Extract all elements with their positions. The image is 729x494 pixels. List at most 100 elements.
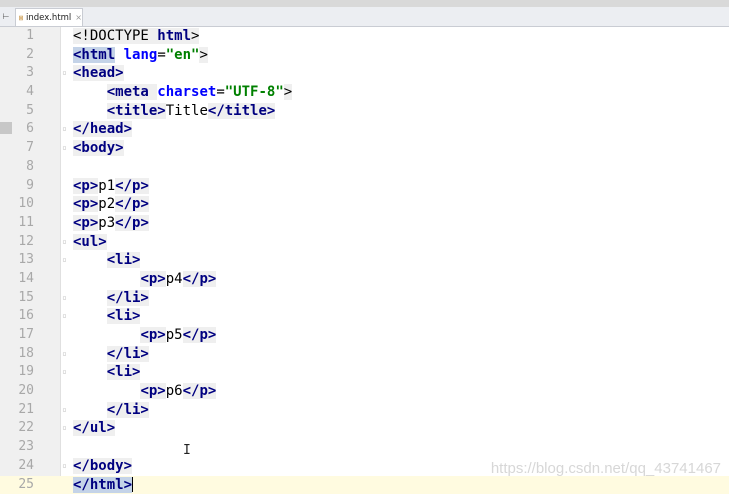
code-line[interactable]: 4 <meta charset="UTF-8"> — [0, 83, 729, 102]
code-token: p4 — [166, 271, 183, 287]
text-caret — [132, 477, 133, 492]
fold-marker-icon[interactable]: ▫ — [62, 256, 69, 264]
fold-marker-icon[interactable]: ▫ — [62, 294, 69, 302]
line-number: 4 — [0, 83, 34, 102]
code-text: <meta charset="UTF-8"> — [73, 83, 292, 102]
code-token: <li> — [107, 308, 141, 324]
code-line[interactable]: 7▫<body> — [0, 139, 729, 158]
code-token — [73, 308, 107, 324]
code-line[interactable]: 1 <!DOCTYPE html> — [0, 27, 729, 46]
code-line[interactable]: 6▫</head> — [0, 120, 729, 139]
line-number: 16 — [0, 307, 34, 326]
fold-marker-icon[interactable]: ▫ — [62, 350, 69, 358]
code-token: > — [284, 84, 292, 100]
fold-marker-icon[interactable]: ▫ — [62, 462, 69, 470]
code-token: <title> — [107, 103, 166, 119]
code-lines: 1 <!DOCTYPE html>2<html lang="en">3 ▫ <head… — [0, 27, 729, 494]
code-token: Title — [166, 103, 208, 119]
code-text: <title>Title</title> — [73, 102, 275, 121]
code-line[interactable]: 13 ▫ <li> — [0, 251, 729, 270]
fold-marker-icon[interactable]: ▫ — [62, 406, 69, 414]
code-line[interactable]: 10<p>p2</p> — [0, 195, 729, 214]
code-line[interactable]: 8 — [0, 158, 729, 177]
code-token: p1 — [98, 178, 115, 194]
code-token: </p> — [115, 178, 149, 194]
line-number: 10 — [0, 195, 34, 214]
code-token: </li> — [107, 290, 149, 306]
code-line[interactable]: 5 <title>Title</title> — [0, 102, 729, 121]
code-token: </p> — [115, 196, 149, 212]
code-token — [73, 346, 107, 362]
line-number: 3 — [0, 64, 34, 83]
line-number: 20 — [0, 382, 34, 401]
tab-nav-icon[interactable]: ⊢ — [0, 7, 12, 26]
line-number: 14 — [0, 270, 34, 289]
code-token: "UTF-8" — [225, 84, 284, 100]
code-token: html — [157, 28, 191, 44]
code-token: </p> — [115, 215, 149, 231]
code-token — [73, 252, 107, 268]
line-number: 13 — [0, 251, 34, 270]
code-line[interactable]: 17 <p>p5</p> — [0, 326, 729, 345]
editor-tab-bar: ⊢ index.html × — [0, 7, 729, 27]
code-token: p2 — [98, 196, 115, 212]
fold-marker-icon[interactable]: ▫ — [62, 368, 69, 376]
code-token: </title> — [208, 103, 275, 119]
tab-index-html[interactable]: index.html × — [15, 8, 83, 26]
code-token: <p> — [140, 383, 165, 399]
code-text: </li> — [73, 401, 149, 420]
mouse-ibeam-cursor: I — [183, 443, 191, 459]
code-text: <head> — [73, 64, 124, 83]
line-number: 5 — [0, 102, 34, 121]
code-line[interactable]: 9<p>p1</p> — [0, 177, 729, 196]
line-number: 12 — [0, 233, 34, 252]
code-token: p6 — [166, 383, 183, 399]
code-line[interactable]: 23 — [0, 438, 729, 457]
code-line[interactable]: 21▫ </li> — [0, 401, 729, 420]
code-text: <html lang="en"> — [73, 46, 208, 65]
code-token: </html> — [73, 477, 132, 493]
code-text: <p>p1</p> — [73, 177, 149, 196]
tab-close-icon[interactable]: × — [75, 13, 82, 22]
fold-marker-icon[interactable]: ▫ — [62, 69, 69, 77]
code-line[interactable]: 20 <p>p6</p> — [0, 382, 729, 401]
code-token: <li> — [107, 252, 141, 268]
code-token: </p> — [183, 383, 217, 399]
code-token: <body> — [73, 140, 124, 156]
code-line[interactable]: 14 <p>p4</p> — [0, 270, 729, 289]
code-token: </ul> — [73, 420, 115, 436]
code-token: </body> — [73, 458, 132, 474]
code-line[interactable]: 25</html> — [0, 476, 729, 494]
code-line[interactable]: 18▫ </li> — [0, 345, 729, 364]
code-text: <li> — [73, 307, 140, 326]
code-line[interactable]: 3 ▫ <head> — [0, 64, 729, 83]
code-line[interactable]: 11<p>p3</p> — [0, 214, 729, 233]
code-token: lang — [124, 47, 158, 63]
code-text: </body> — [73, 457, 132, 476]
code-token: <head> — [73, 65, 124, 81]
code-token — [73, 103, 107, 119]
code-token — [73, 271, 140, 287]
code-token: = — [157, 47, 165, 63]
code-text: <li> — [73, 363, 140, 382]
fold-marker-icon[interactable]: ▫ — [62, 144, 69, 152]
code-token — [73, 364, 107, 380]
code-line[interactable]: 15▫ </li> — [0, 289, 729, 308]
code-line[interactable]: 22▫</ul> — [0, 419, 729, 438]
code-token: <ul> — [73, 234, 107, 250]
code-token: <p> — [73, 178, 98, 194]
code-token: <li> — [107, 364, 141, 380]
fold-marker-icon[interactable]: ▫ — [62, 125, 69, 133]
line-number: 1 — [0, 27, 34, 46]
code-text: <!DOCTYPE html> — [73, 27, 199, 46]
fold-marker-icon[interactable]: ▫ — [62, 424, 69, 432]
code-line[interactable]: 19▫ <li> — [0, 363, 729, 382]
code-line[interactable]: 16 ▫ <li> — [0, 307, 729, 326]
fold-marker-icon[interactable]: ▫ — [62, 312, 69, 320]
code-text: </ul> — [73, 419, 115, 438]
code-line[interactable]: 2<html lang="en"> — [0, 46, 729, 65]
fold-marker-icon[interactable]: ▫ — [62, 238, 69, 246]
code-editor[interactable]: 1 <!DOCTYPE html>2<html lang="en">3 ▫ <head… — [0, 27, 729, 489]
code-line[interactable]: 12 ▫ <ul> — [0, 233, 729, 252]
code-token: </li> — [107, 402, 149, 418]
